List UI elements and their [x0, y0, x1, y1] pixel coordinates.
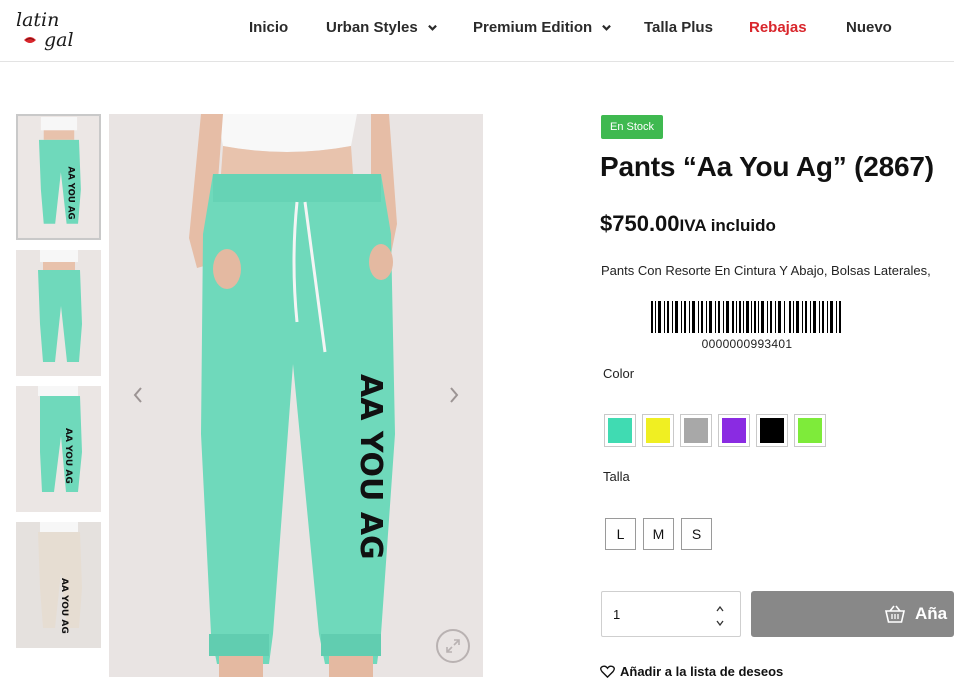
- nav-urban-styles-label: Urban Styles: [326, 19, 418, 36]
- caret-up-icon: [716, 606, 724, 612]
- swatch-fill: [798, 418, 822, 443]
- nav-inicio[interactable]: Inicio: [249, 19, 288, 36]
- chevron-right-icon: [450, 387, 459, 403]
- barcode-image: [651, 301, 841, 333]
- product-description: Pants Con Resorte En Cintura Y Abajo, Bo…: [601, 263, 931, 278]
- svg-text:gal: gal: [44, 29, 74, 51]
- product-photo-thumbnail: AA YOU AG: [16, 386, 101, 512]
- zoom-button[interactable]: [436, 629, 470, 663]
- basket-icon: [884, 605, 906, 623]
- color-swatch-gray[interactable]: [680, 414, 712, 447]
- nav-talla-plus[interactable]: Talla Plus: [644, 19, 713, 36]
- chevron-left-icon: [133, 387, 142, 403]
- wishlist-label: Añadir a la lista de deseos: [620, 664, 784, 679]
- color-swatch-mint[interactable]: [604, 414, 636, 447]
- caret-down-icon: [716, 620, 724, 626]
- swatch-fill: [684, 418, 708, 443]
- swatch-fill: [646, 418, 670, 443]
- nav-premium-edition-label: Premium Edition: [473, 19, 593, 36]
- product-title: Pants “Aa You Ag” (2867): [600, 151, 934, 182]
- pants-print-text: AA YOU AG: [353, 374, 388, 560]
- gallery-thumbnail[interactable]: [16, 250, 101, 376]
- product-photo-thumbnail: AA YOU AG: [16, 522, 101, 648]
- price-tax-note: IVA incluido: [679, 216, 776, 235]
- add-to-cart-label: Aña: [915, 604, 948, 623]
- nav-rebajas-label: Rebajas: [749, 19, 807, 36]
- svg-text:AA YOU AG: AA YOU AG: [66, 167, 76, 220]
- nav-rebajas[interactable]: Rebajas: [749, 19, 807, 36]
- color-swatch-yellow[interactable]: [642, 414, 674, 447]
- quantity-decrement[interactable]: [714, 617, 726, 629]
- svg-text:AA YOU AG: AA YOU AG: [59, 578, 69, 634]
- site-header: latin gal Inicio Urban Styles Premium Ed…: [0, 0, 954, 62]
- expand-icon: [446, 639, 460, 653]
- size-option-m[interactable]: M: [643, 518, 674, 550]
- nav-urban-styles[interactable]: Urban Styles: [326, 19, 437, 36]
- quantity-value: 1: [613, 606, 621, 622]
- size-option-s[interactable]: S: [681, 518, 712, 550]
- gallery-next-button[interactable]: [444, 380, 464, 410]
- heart-icon: [600, 665, 615, 678]
- svg-text:AA YOU AG: AA YOU AG: [63, 428, 73, 484]
- nav-talla-plus-label: Talla Plus: [644, 19, 713, 36]
- product-photo-thumbnail: AA YOU AG: [18, 116, 99, 238]
- size-label: Talla: [603, 469, 630, 484]
- quantity-increment[interactable]: [714, 603, 726, 615]
- gallery-thumbnail[interactable]: AA YOU AG: [16, 386, 101, 512]
- nav-inicio-label: Inicio: [249, 19, 289, 36]
- barcode-number: 0000000993401: [701, 337, 793, 351]
- gallery-thumbnail[interactable]: AA YOU AG: [16, 522, 101, 648]
- product-price: $750.00IVA incluido: [600, 211, 776, 237]
- stock-badge: En Stock: [601, 115, 664, 139]
- swatch-fill: [722, 418, 746, 443]
- add-to-cart-button[interactable]: Aña: [751, 591, 954, 637]
- brand-logo[interactable]: latin gal: [14, 6, 84, 54]
- gallery-prev-button[interactable]: [128, 380, 148, 410]
- svg-text:latin: latin: [16, 9, 59, 31]
- chevron-down-icon: [427, 24, 437, 31]
- gallery-thumbnail[interactable]: AA YOU AG: [16, 114, 101, 240]
- size-option-l[interactable]: L: [605, 518, 636, 550]
- product-main-image[interactable]: AA YOU AG: [109, 114, 483, 677]
- product-photo: AA YOU AG: [109, 114, 483, 677]
- color-swatch-lime[interactable]: [794, 414, 826, 447]
- price-amount: $750.00: [600, 211, 680, 236]
- color-swatch-purple[interactable]: [718, 414, 750, 447]
- product-photo-thumbnail: [16, 250, 101, 376]
- nav-premium-edition[interactable]: Premium Edition: [473, 19, 612, 36]
- swatch-fill: [760, 418, 784, 443]
- color-label: Color: [603, 366, 635, 381]
- swatch-fill: [608, 418, 632, 443]
- nav-nuevo-label: Nuevo: [846, 19, 892, 36]
- color-swatch-black[interactable]: [756, 414, 788, 447]
- nav-nuevo[interactable]: Nuevo: [846, 19, 892, 36]
- chevron-down-icon: [602, 24, 612, 31]
- wishlist-link[interactable]: Añadir a la lista de deseos: [600, 664, 783, 679]
